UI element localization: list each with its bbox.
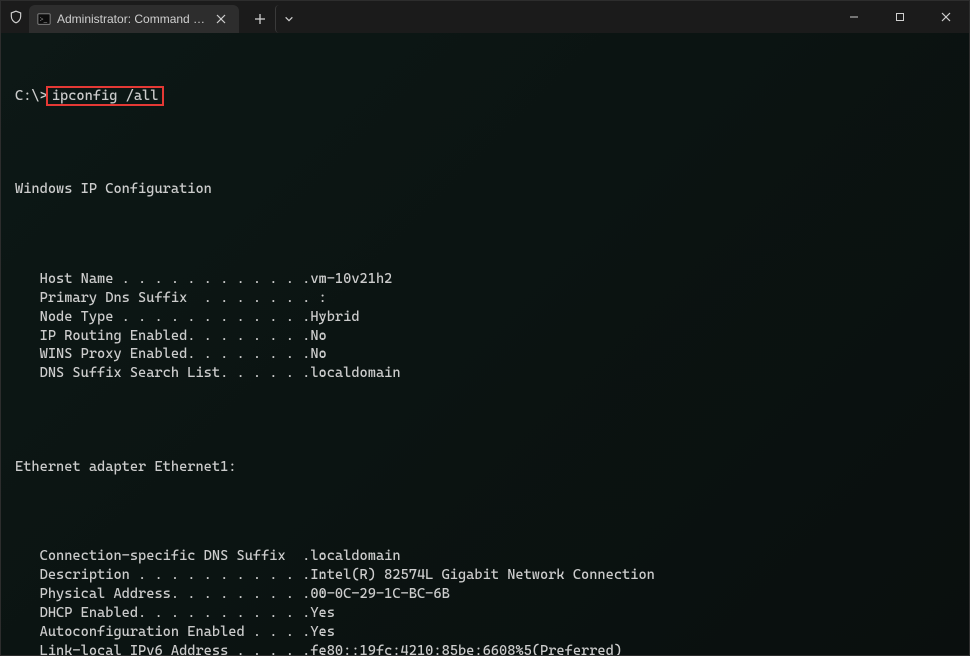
config-line: DNS Suffix Search List. . . . . . : loca… [15,364,955,383]
maximize-button[interactable] [877,1,923,33]
config-key: Connection-specific DNS Suffix . : [40,547,303,566]
config-value: localdomain [302,547,400,566]
config-line: Connection-specific DNS Suffix . : local… [15,547,955,566]
shield-icon [9,10,23,24]
config-block-adapter: Connection-specific DNS Suffix . : local… [15,547,955,655]
config-line: Physical Address. . . . . . . . . : 00-0… [15,585,955,604]
config-key: WINS Proxy Enabled. . . . . . . . : [40,345,303,364]
section-ethernet-adapter: Ethernet adapter Ethernet1: [15,458,955,477]
tab-active[interactable]: >_ Administrator: Command Prom [29,5,239,33]
config-value: Hybrid [302,308,359,327]
config-key: Node Type . . . . . . . . . . . . : [40,308,303,327]
config-line: Description . . . . . . . . . . . : Inte… [15,566,955,585]
config-value: fe80::19fc:4210:85be:6608%5(Preferred) [302,642,622,655]
config-key: Description . . . . . . . . . . . : [40,566,303,585]
terminal-area[interactable]: C:\>ipconfig /all Windows IP Configurati… [1,33,969,655]
titlebar-left: >_ Administrator: Command Prom [1,1,301,33]
config-value: Yes [302,623,335,642]
config-line: IP Routing Enabled. . . . . . . . : No [15,327,955,346]
titlebar: >_ Administrator: Command Prom [1,1,969,33]
config-key: Host Name . . . . . . . . . . . . : [40,270,303,289]
config-value: localdomain [302,364,400,383]
config-key: DHCP Enabled. . . . . . . . . . . : [40,604,303,623]
config-value: No [302,345,327,364]
tab-title: Administrator: Command Prom [57,12,207,26]
new-tab-button[interactable] [245,5,275,33]
titlebar-drag-area[interactable] [301,1,831,33]
config-line: DHCP Enabled. . . . . . . . . . . : Yes [15,604,955,623]
config-key: DNS Suffix Search List. . . . . . : [40,364,303,383]
config-line: Primary Dns Suffix . . . . . . . : [15,289,955,308]
config-value: vm-10v21h2 [302,270,392,289]
prompt: C:\> [15,88,48,104]
section-windows-ip-config: Windows IP Configuration [15,180,955,199]
config-key: Link-local IPv6 Address . . . . . : [40,642,303,655]
command-line: C:\>ipconfig /all [15,87,955,106]
cmd-icon: >_ [37,12,51,26]
config-line: WINS Proxy Enabled. . . . . . . . : No [15,345,955,364]
terminal-window: >_ Administrator: Command Prom [0,0,970,656]
window-controls [831,1,969,33]
config-key: Physical Address. . . . . . . . . : [40,585,303,604]
tab-after-area [245,1,301,33]
close-button[interactable] [923,1,969,33]
config-value: No [302,327,327,346]
config-line: Node Type . . . . . . . . . . . . : Hybr… [15,308,955,327]
config-value: 00-0C-29-1C-BC-6B [302,585,450,604]
config-value: Intel(R) 82574L Gigabit Network Connecti… [302,566,655,585]
svg-text:>_: >_ [40,16,48,24]
highlighted-command: ipconfig /all [46,86,165,106]
minimize-button[interactable] [831,1,877,33]
tab-menu-button[interactable] [275,5,301,33]
config-key: Autoconfiguration Enabled . . . . : [40,623,303,642]
config-line: Autoconfiguration Enabled . . . . : Yes [15,623,955,642]
config-block-main: Host Name . . . . . . . . . . . . : vm-1… [15,270,955,383]
config-line: Link-local IPv6 Address . . . . . : fe80… [15,642,955,655]
config-value: Yes [302,604,335,623]
config-line: Host Name . . . . . . . . . . . . : vm-1… [15,270,955,289]
tab-close-button[interactable] [213,11,229,27]
config-key: Primary Dns Suffix . . . . . . . : [40,289,303,308]
config-key: IP Routing Enabled. . . . . . . . : [40,327,303,346]
